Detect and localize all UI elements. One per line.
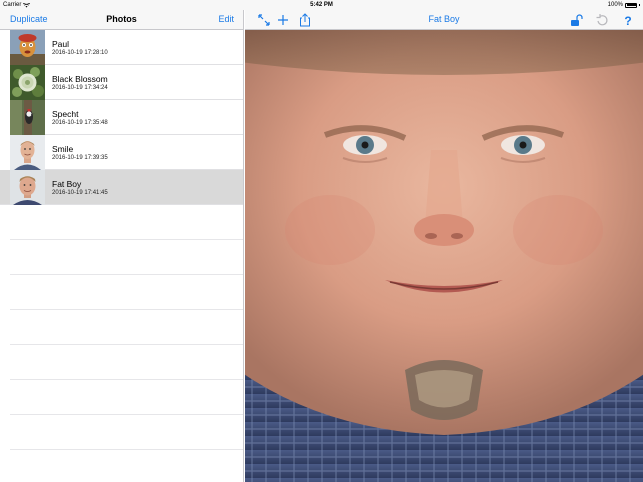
empty-row <box>10 310 243 345</box>
item-date: 2016-10-19 17:41:45 <box>52 190 108 196</box>
face-photo[interactable] <box>245 30 643 482</box>
item-date: 2016-10-19 17:35:48 <box>52 120 108 126</box>
list-navbar: Duplicate Photos Edit <box>0 10 243 30</box>
detail-toolbar: Fat Boy ? <box>245 10 643 30</box>
list-item-specht[interactable]: Specht 2016-10-19 17:35:48 <box>10 100 243 135</box>
item-name: Paul <box>52 39 70 49</box>
thumbnail-specht <box>10 100 45 135</box>
status-bar: Carrier 5:42 PM 100% <box>0 0 643 10</box>
empty-row <box>10 345 243 380</box>
help-icon[interactable]: ? <box>621 13 635 27</box>
photo-list: Paul 2016-10-19 17:28:10 Black Blossom 2… <box>0 30 243 450</box>
item-name: Black Blossom <box>52 74 108 84</box>
empty-row <box>10 275 243 310</box>
photo-detail-pane: Fat Boy ? <box>245 10 643 482</box>
empty-row <box>10 205 243 240</box>
photo-list-pane: Duplicate Photos Edit Paul 2016-10-19 17… <box>0 10 244 482</box>
app: Carrier 5:42 PM 100% Duplicate Photos Ed… <box>0 0 643 482</box>
item-name: Fat Boy <box>52 179 82 189</box>
empty-row <box>10 240 243 275</box>
edit-button[interactable]: Edit <box>218 14 234 24</box>
item-name: Smile <box>52 144 74 154</box>
photo-title: Fat Boy <box>428 14 460 24</box>
item-date: 2016-10-19 17:28:10 <box>52 50 108 56</box>
empty-row <box>10 415 243 450</box>
list-item-fat-boy[interactable]: Fat Boy 2016-10-19 17:41:45 <box>0 170 243 205</box>
list-item-paul[interactable]: Paul 2016-10-19 17:28:10 <box>10 30 243 65</box>
empty-row <box>10 380 243 415</box>
battery-icon <box>625 2 637 8</box>
battery-indicator: 100% <box>608 2 640 8</box>
item-name: Specht <box>52 109 79 119</box>
list-item-black-blossom[interactable]: Black Blossom 2016-10-19 17:34:24 <box>10 65 243 100</box>
list-title: Photos <box>106 14 137 24</box>
list-item-smile[interactable]: Smile 2016-10-19 17:39:35 <box>10 135 243 170</box>
item-date: 2016-10-19 17:34:24 <box>52 85 108 91</box>
battery-tip <box>639 4 640 6</box>
svg-text:?: ? <box>624 14 631 27</box>
item-date: 2016-10-19 17:39:35 <box>52 155 108 161</box>
thumbnail-smile <box>10 135 45 170</box>
lock-icon[interactable] <box>569 13 583 27</box>
thumbnail-fat-boy <box>10 170 45 205</box>
thumbnail-paul <box>10 30 45 65</box>
undo-icon[interactable] <box>595 13 609 27</box>
clock: 5:42 PM <box>310 2 333 8</box>
battery-percent: 100% <box>607 2 623 8</box>
thumbnail-black-blossom <box>10 65 45 100</box>
